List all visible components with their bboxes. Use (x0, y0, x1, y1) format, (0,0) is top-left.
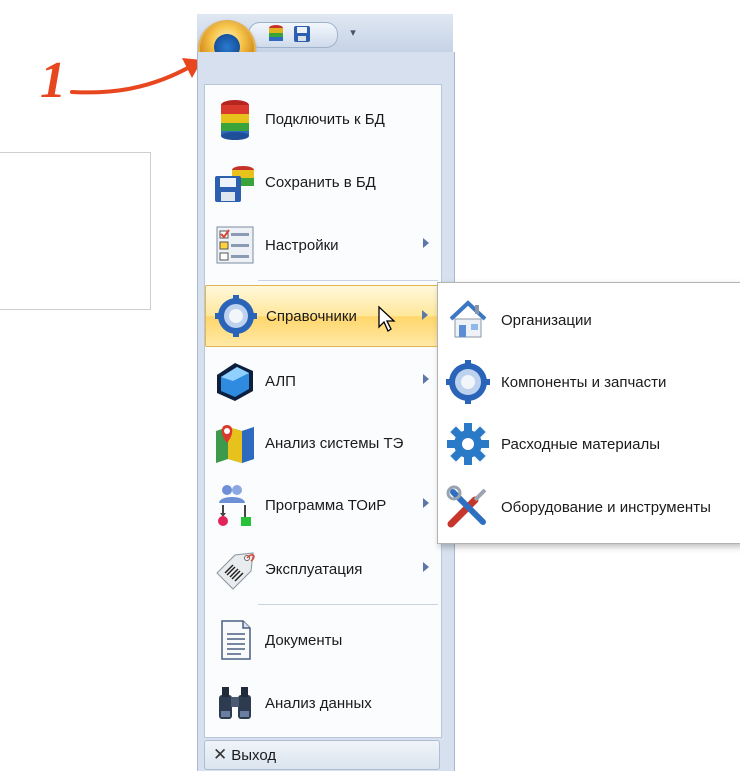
submenu-arrow-icon (422, 310, 428, 320)
menu-item-connect-db[interactable]: Подключить к БД (205, 88, 439, 150)
tools-icon (445, 484, 491, 530)
annotation-arrow-icon (70, 58, 202, 95)
gear-icon (445, 359, 491, 405)
submenu-item-consumables[interactable]: Расходные материалы (441, 413, 739, 475)
save-icon[interactable] (292, 24, 312, 44)
menu-item-label: Справочники (266, 307, 357, 325)
menu-separator (258, 604, 438, 605)
menu-item-toir-program[interactable]: Программа ТОиР (205, 474, 439, 536)
menu-item-te-analysis[interactable]: Анализ системы ТЭ (205, 412, 439, 474)
database-icon[interactable] (266, 24, 286, 44)
save-to-db-icon (213, 160, 257, 204)
menu-item-label: Анализ данных (265, 694, 372, 712)
submenu-arrow-icon (423, 238, 429, 248)
submenu-arrow-icon (423, 374, 429, 384)
menu-item-alp[interactable]: АЛП (205, 350, 439, 412)
gear-icon (214, 294, 258, 338)
submenu-item-organizations[interactable]: Организации (441, 289, 739, 351)
barcode-tag-icon (213, 547, 257, 591)
submenu-item-label: Расходные материалы (501, 435, 660, 453)
exit-button[interactable]: ✕ Выход (204, 740, 440, 770)
menu-separator (258, 280, 438, 281)
map-pin-icon (213, 421, 257, 465)
menu-item-label: Эксплуатация (265, 560, 363, 578)
menu-item-label: Документы (265, 631, 343, 649)
document-icon (213, 618, 257, 662)
menu-item-label: Анализ системы ТЭ (265, 434, 404, 452)
cog-icon (445, 421, 491, 467)
submenu-arrow-icon (423, 562, 429, 572)
annotation-number: 1 (40, 52, 66, 109)
database-icon (213, 97, 257, 141)
menu-item-label: АЛП (265, 372, 296, 390)
exit-label: Выход (231, 746, 277, 764)
menu-item-label: Программа ТОиР (265, 496, 387, 514)
submenu-item-equipment-tools[interactable]: Оборудование и инструменты (441, 476, 739, 538)
menu-item-label: Подключить к БД (265, 110, 385, 128)
document-panel (0, 152, 151, 310)
submenu-arrow-icon (423, 498, 429, 508)
menu-item-data-analysis[interactable]: Анализ данных (205, 672, 439, 734)
menu-item-settings[interactable]: Настройки (205, 214, 439, 276)
close-icon: ✕ (213, 745, 228, 764)
menu-item-save-db[interactable]: Сохранить в БД (205, 151, 439, 213)
blue-cube-icon (213, 359, 257, 403)
submenu-item-label: Оборудование и инструменты (501, 498, 711, 516)
mouse-cursor-icon (378, 305, 396, 332)
submenu-item-label: Организации (501, 311, 592, 329)
workflow-people-icon (213, 483, 257, 527)
menu-item-label: Настройки (265, 236, 339, 254)
submenu-item-label: Компоненты и запчасти (501, 373, 667, 391)
binoculars-icon (213, 681, 257, 725)
customize-toolbar-icon[interactable]: ▾ (344, 24, 362, 42)
menu-item-documents[interactable]: Документы (205, 609, 439, 671)
submenu-item-components[interactable]: Компоненты и запчасти (441, 351, 739, 413)
menu-item-operation[interactable]: Эксплуатация (205, 538, 439, 600)
menu-item-label: Сохранить в БД (265, 173, 376, 191)
settings-checklist-icon (213, 223, 257, 267)
house-icon (445, 297, 491, 343)
menu-item-references[interactable]: Справочники (205, 285, 439, 347)
